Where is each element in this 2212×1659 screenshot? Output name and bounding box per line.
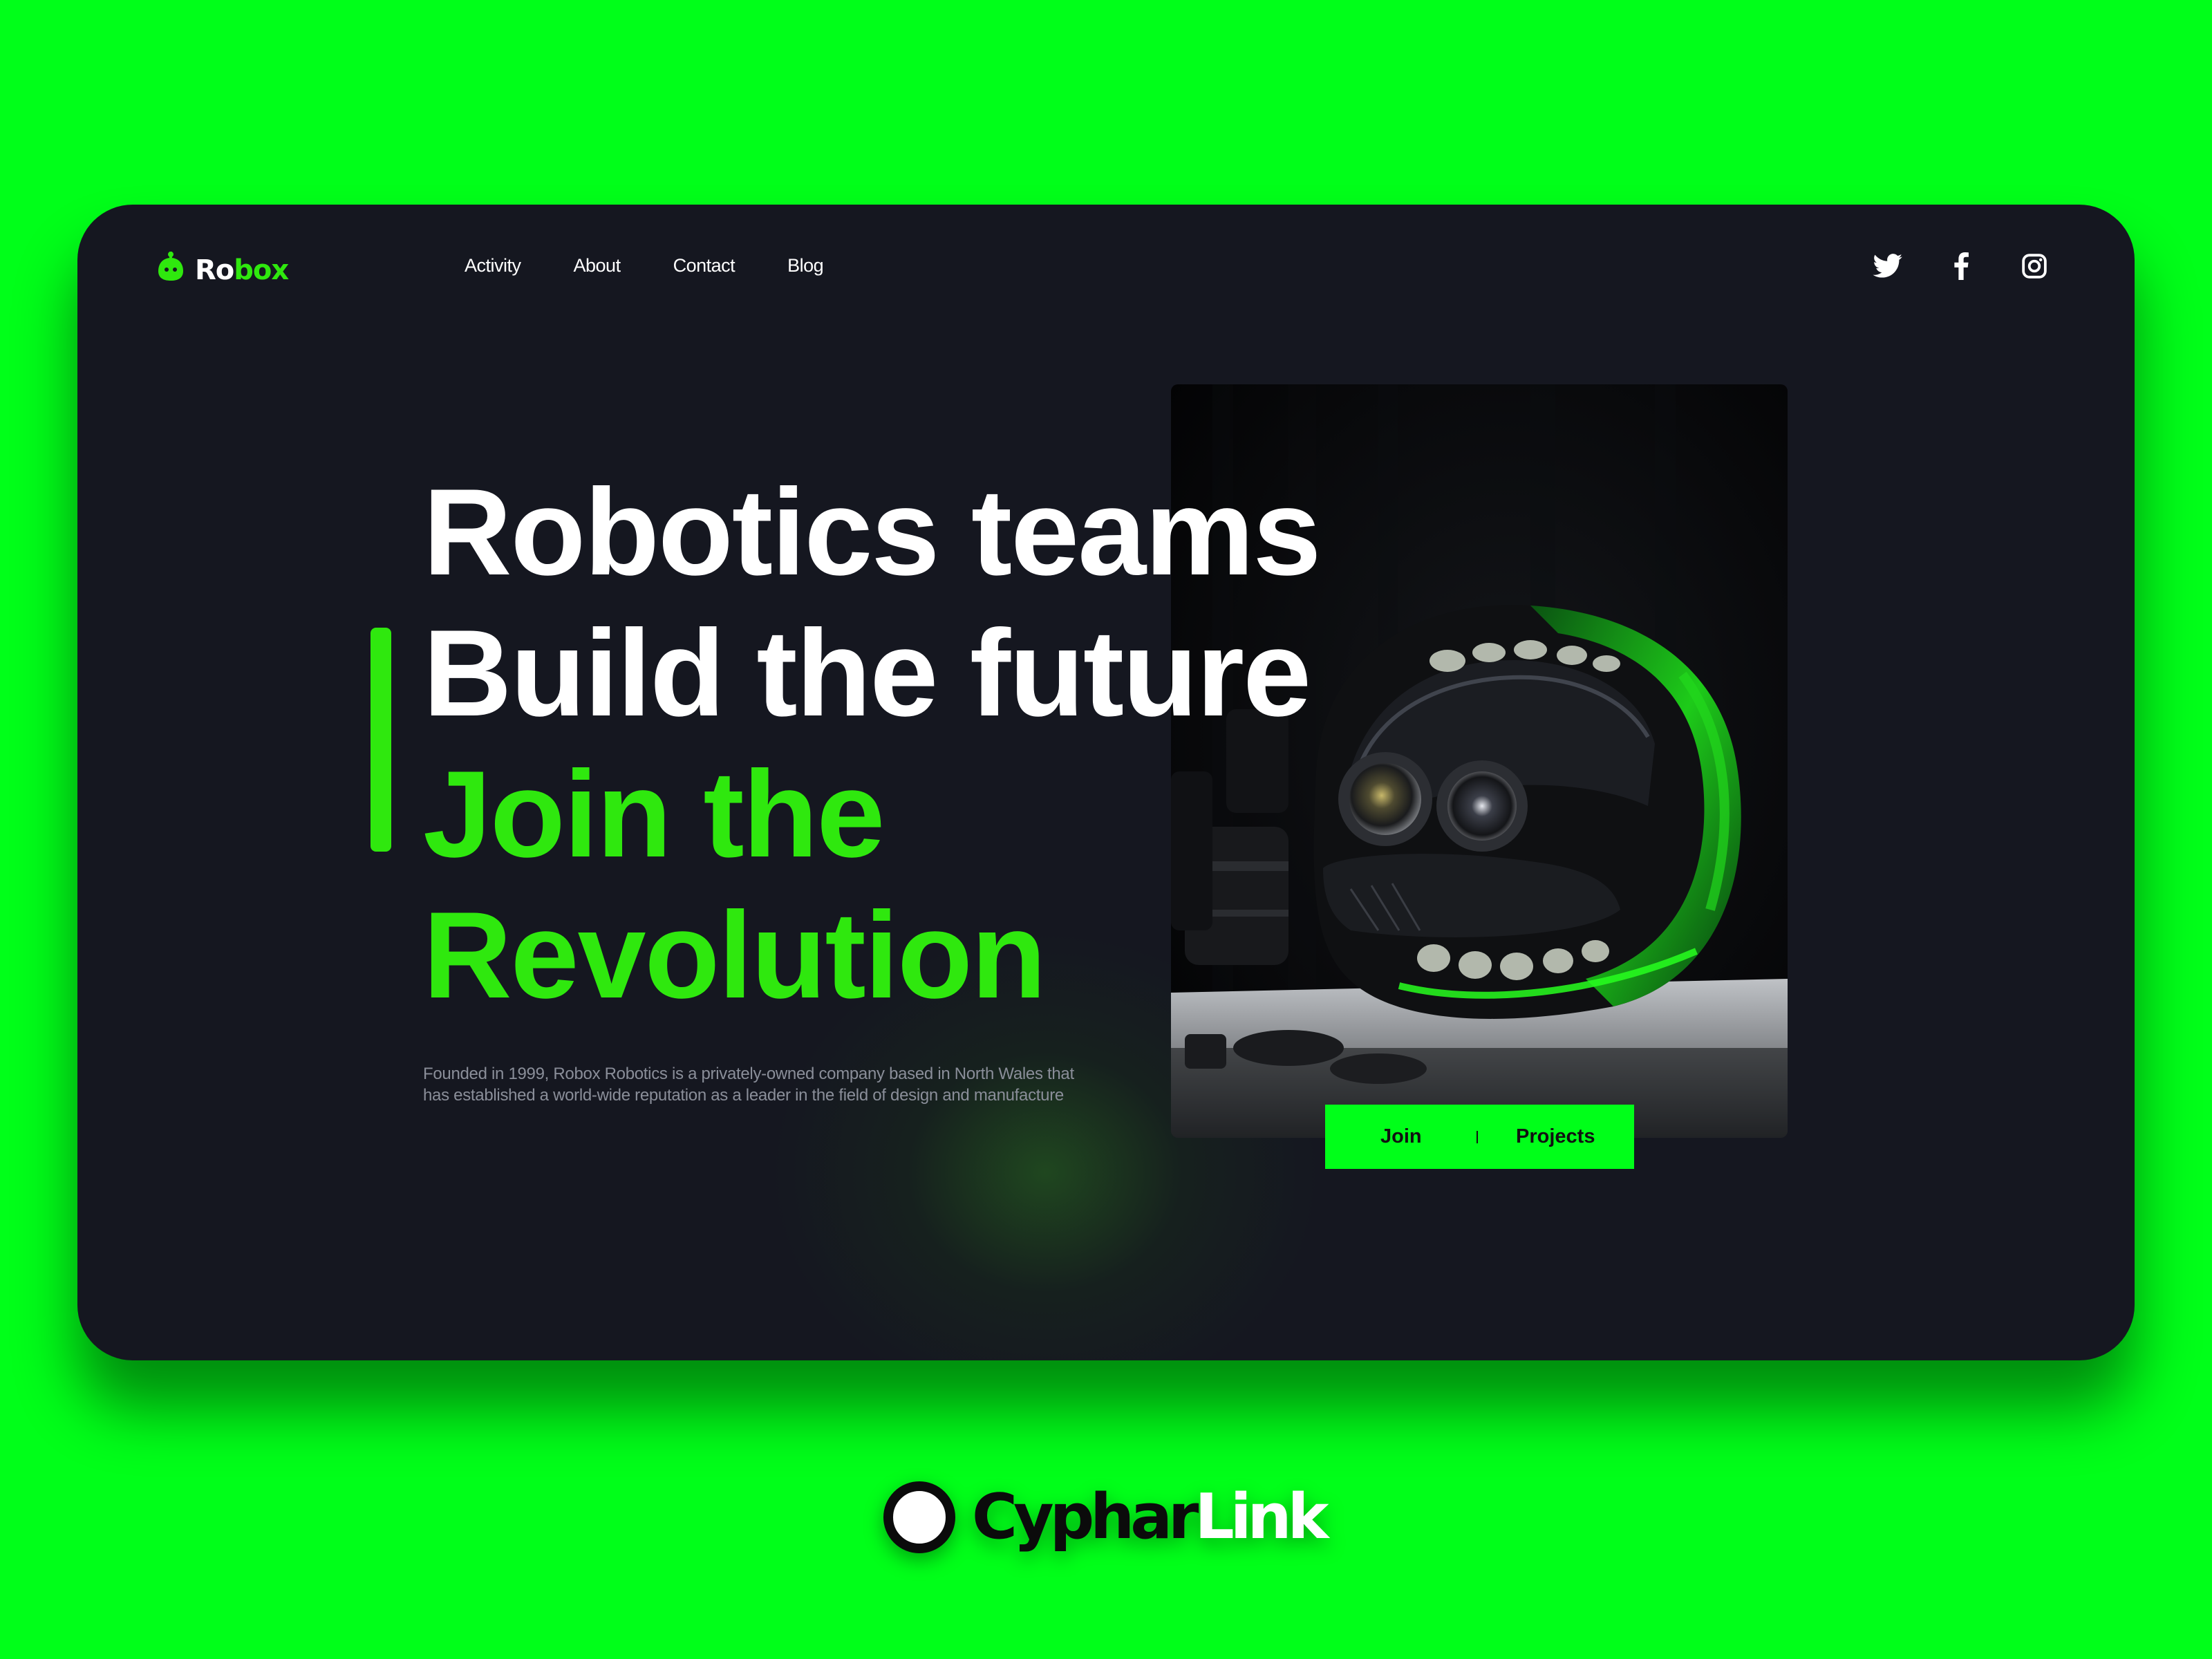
headline-line-3: Join the bbox=[423, 745, 885, 883]
brand-circle-icon bbox=[883, 1481, 955, 1553]
robot-logo-icon bbox=[156, 252, 185, 289]
nav-link-activity[interactable]: Activity bbox=[465, 255, 521, 276]
cta-button-group: Join Projects bbox=[1325, 1105, 1634, 1169]
projects-button[interactable]: Projects bbox=[1516, 1125, 1595, 1148]
join-button[interactable]: Join bbox=[1380, 1125, 1422, 1148]
headline-line-4: Revolution bbox=[423, 886, 1047, 1024]
headline-line-1: Robotics teams bbox=[423, 463, 1321, 601]
logo-text-primary: Ro bbox=[195, 254, 234, 286]
instagram-icon[interactable] bbox=[2018, 250, 2050, 282]
nav-link-contact[interactable]: Contact bbox=[673, 255, 735, 276]
facebook-icon[interactable] bbox=[1945, 250, 1977, 282]
main-nav: Activity About Contact Blog bbox=[465, 255, 824, 276]
logo[interactable]: Robox bbox=[156, 252, 289, 289]
twitter-icon[interactable] bbox=[1872, 250, 1904, 282]
brand-wordmark: CypharLink bbox=[972, 1486, 1329, 1548]
logo-text-accent: box bbox=[234, 254, 289, 286]
accent-bar bbox=[371, 628, 391, 852]
brand-text-accent: Link bbox=[1194, 1481, 1329, 1553]
hero-headline: Robotics teams Build the future Join the… bbox=[423, 462, 1321, 1026]
nav-link-blog[interactable]: Blog bbox=[787, 255, 824, 276]
cypharlink-brand: CypharLink bbox=[883, 1479, 1329, 1555]
nav-link-about[interactable]: About bbox=[574, 255, 621, 276]
hero-description: Founded in 1999, Robox Robotics is a pri… bbox=[423, 1065, 1074, 1105]
hero-card: Robox Activity About Contact Blog Roboti… bbox=[77, 205, 2135, 1360]
social-links bbox=[1872, 250, 2050, 282]
brand-text-primary: Cyphar bbox=[972, 1481, 1199, 1553]
cta-divider bbox=[1477, 1131, 1478, 1143]
headline-line-2: Build the future bbox=[423, 604, 1311, 742]
